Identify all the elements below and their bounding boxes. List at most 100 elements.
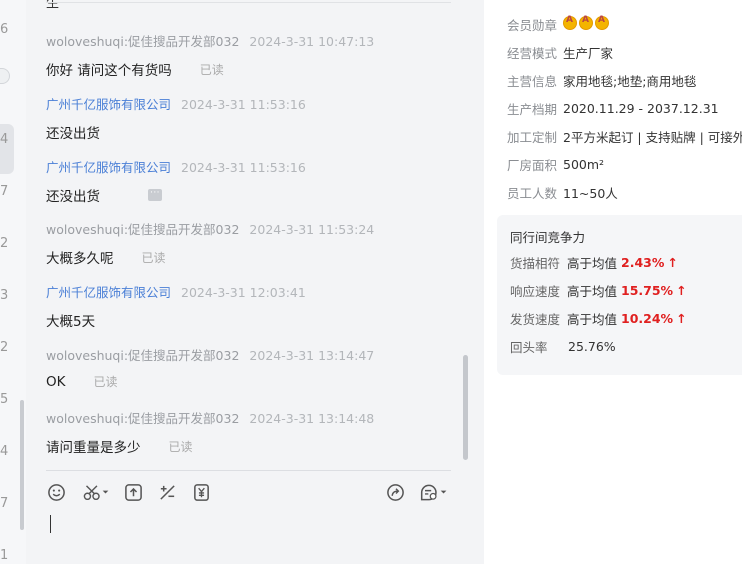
message-text: 大概5天 xyxy=(46,314,96,330)
competitiveness-row: 货描相符 高于均值 2.43% ↑ xyxy=(510,253,678,272)
info-row-factory-area: 厂房面积 500m² xyxy=(507,155,604,174)
message-sender[interactable]: 广州千亿服饰有限公司 xyxy=(46,285,171,300)
medal-icon xyxy=(595,15,609,30)
message-text: OK xyxy=(46,373,66,390)
message-input[interactable] xyxy=(50,515,51,533)
metric-key: 货描相符 xyxy=(510,256,561,271)
medal-badges xyxy=(563,15,611,33)
metric-prefix: 高于均值 xyxy=(567,256,618,271)
strip-number: 4 xyxy=(0,444,9,459)
message-text: 大概多久呢 xyxy=(46,251,114,267)
info-row-employees: 员工人数 11~50人 xyxy=(507,183,618,202)
message-time: 2024-3-31 10:47:13 xyxy=(249,34,375,49)
left-conversation-strip: 6 4 7 2 3 2 5 4 7 1 xyxy=(0,0,27,564)
message-text: 请问重量是多少 xyxy=(46,440,141,456)
message-sender[interactable]: woloveshuqi:促佳搜品开发部032 xyxy=(46,34,239,49)
strip-number: 4 xyxy=(0,132,9,147)
emoji-icon[interactable] xyxy=(47,482,66,502)
chat-scrollbar[interactable] xyxy=(463,355,468,460)
read-status: 已读 xyxy=(141,250,166,265)
metric-key: 响应速度 xyxy=(510,284,561,299)
percent-icon[interactable] xyxy=(158,482,177,502)
message-item: 广州千亿服饰有限公司 2024-3-31 11:53:16 还没出货 ··· xyxy=(46,157,306,205)
strip-number: 2 xyxy=(0,340,9,355)
message-sender[interactable]: 广州千亿服饰有限公司 xyxy=(46,160,171,175)
metric-key: 回头率 xyxy=(510,340,548,355)
message-item: woloveshuqi:促佳搜品开发部032 2024-3-31 10:47:13… xyxy=(46,31,374,79)
read-status: 已读 xyxy=(93,375,118,389)
info-row-main-business: 主营信息 家用地毯;地垫;商用地毯 xyxy=(507,71,696,90)
strip-number: 7 xyxy=(0,496,9,511)
price-icon[interactable] xyxy=(192,482,211,502)
message-item: woloveshuqi:促佳搜品开发部032 2024-3-31 13:14:48… xyxy=(46,408,374,456)
info-value: 2平方米起订 | 支持贴牌 | 可接外贸 xyxy=(563,130,742,145)
message-item: 广州千亿服饰有限公司 2024-3-31 11:53:16 还没出货 xyxy=(46,94,306,142)
info-row-medal: 会员勋章 xyxy=(507,15,611,34)
strip-number: 3 xyxy=(0,288,9,303)
info-key: 会员勋章 xyxy=(507,18,558,33)
strip-number: 5 xyxy=(0,392,9,407)
info-value: 11~50人 xyxy=(563,186,618,201)
message-item: woloveshuqi:促佳搜品开发部032 2024-3-31 13:14:47… xyxy=(46,345,374,390)
metric-prefix: 高于均值 xyxy=(567,312,618,327)
strip-number: 1 xyxy=(0,548,9,563)
message-sender[interactable]: 广州千亿服饰有限公司 xyxy=(46,97,171,112)
message-item: woloveshuqi:促佳搜品开发部032 2024-3-31 11:53:24… xyxy=(46,219,374,267)
info-row-customization: 加工定制 2平方米起订 | 支持贴牌 | 可接外贸 xyxy=(507,127,742,146)
chat-panel: 生 woloveshuqi:促佳搜品开发部032 2024-3-31 10:47:… xyxy=(26,0,471,564)
message-time: 2024-3-31 12:03:41 xyxy=(181,285,306,300)
strip-pill[interactable] xyxy=(0,68,10,84)
info-key: 经营模式 xyxy=(507,46,558,61)
composer-toolbar xyxy=(46,480,451,504)
message-time: 2024-3-31 13:14:48 xyxy=(249,411,375,426)
supplier-info-panel: 会员勋章 经营模式 生产厂家 主营信息 家用地毯;地垫;商用地毯 生产档期 20… xyxy=(484,0,742,564)
message-sender[interactable]: woloveshuqi:促佳搜品开发部032 xyxy=(46,411,239,426)
up-arrow-icon: ↑ xyxy=(676,283,687,298)
info-key: 厂房面积 xyxy=(507,158,558,173)
strip-number: 2 xyxy=(0,236,9,251)
competitiveness-row: 发货速度 高于均值 10.24% ↑ xyxy=(510,309,687,328)
card-title: 同行间竞争力 xyxy=(510,230,586,245)
info-row-schedule: 生产档期 2020.11.29 - 2037.12.31 xyxy=(507,99,719,118)
info-key: 主营信息 xyxy=(507,74,558,89)
more-options-icon[interactable]: ··· xyxy=(148,189,162,201)
message-sender[interactable]: woloveshuqi:促佳搜品开发部032 xyxy=(46,222,239,237)
competitiveness-row: 回头率 25.76% xyxy=(510,337,616,356)
metric-key: 发货速度 xyxy=(510,312,561,327)
message-text: 还没出货 xyxy=(46,126,100,142)
info-row-mode: 经营模式 生产厂家 xyxy=(507,43,613,62)
message-time: 2024-3-31 11:53:16 xyxy=(181,160,306,175)
message-text: 还没出货 xyxy=(46,189,100,205)
strip-scrollbar[interactable] xyxy=(20,400,24,530)
message-time: 2024-3-31 11:53:16 xyxy=(181,97,306,112)
read-status: 已读 xyxy=(168,439,193,454)
upload-icon[interactable] xyxy=(124,482,143,502)
metric-percent: 2.43% xyxy=(621,255,665,270)
info-key: 员工人数 xyxy=(507,186,558,201)
strip-number: 6 xyxy=(0,22,9,37)
message-item: 广州千亿服饰有限公司 2024-3-31 12:03:41 大概5天 xyxy=(46,282,306,330)
message-divider xyxy=(46,2,451,3)
info-value: 2020.11.29 - 2037.12.31 xyxy=(563,101,719,116)
info-key: 生产档期 xyxy=(507,102,558,117)
message-sender[interactable]: woloveshuqi:促佳搜品开发部032 xyxy=(46,348,239,363)
message-time: 2024-3-31 13:14:47 xyxy=(249,348,375,363)
metric-percent: 15.75% xyxy=(621,283,674,298)
up-arrow-icon: ↑ xyxy=(667,255,678,270)
scissors-icon[interactable] xyxy=(82,482,110,502)
read-status: 已读 xyxy=(199,62,224,77)
up-arrow-icon: ↑ xyxy=(676,311,687,326)
forward-icon[interactable] xyxy=(386,482,405,502)
info-value: 500m² xyxy=(563,157,605,172)
competitiveness-card: 同行间竞争力 货描相符 高于均值 2.43% ↑ 响应速度 高于均值 15.75… xyxy=(497,215,742,375)
metric-value: 25.76% xyxy=(568,339,616,354)
info-value: 家用地毯;地垫;商用地毯 xyxy=(563,74,697,89)
competitiveness-row: 响应速度 高于均值 15.75% ↑ xyxy=(510,281,687,300)
info-value: 生产厂家 xyxy=(563,46,614,61)
message-time: 2024-3-31 11:53:24 xyxy=(249,222,375,237)
medal-icon xyxy=(579,15,593,30)
composer-divider xyxy=(46,470,451,471)
message-text: 你好 请问这个有货吗 xyxy=(46,63,172,79)
medal-icon xyxy=(563,15,577,30)
settings-icon[interactable] xyxy=(418,482,452,502)
